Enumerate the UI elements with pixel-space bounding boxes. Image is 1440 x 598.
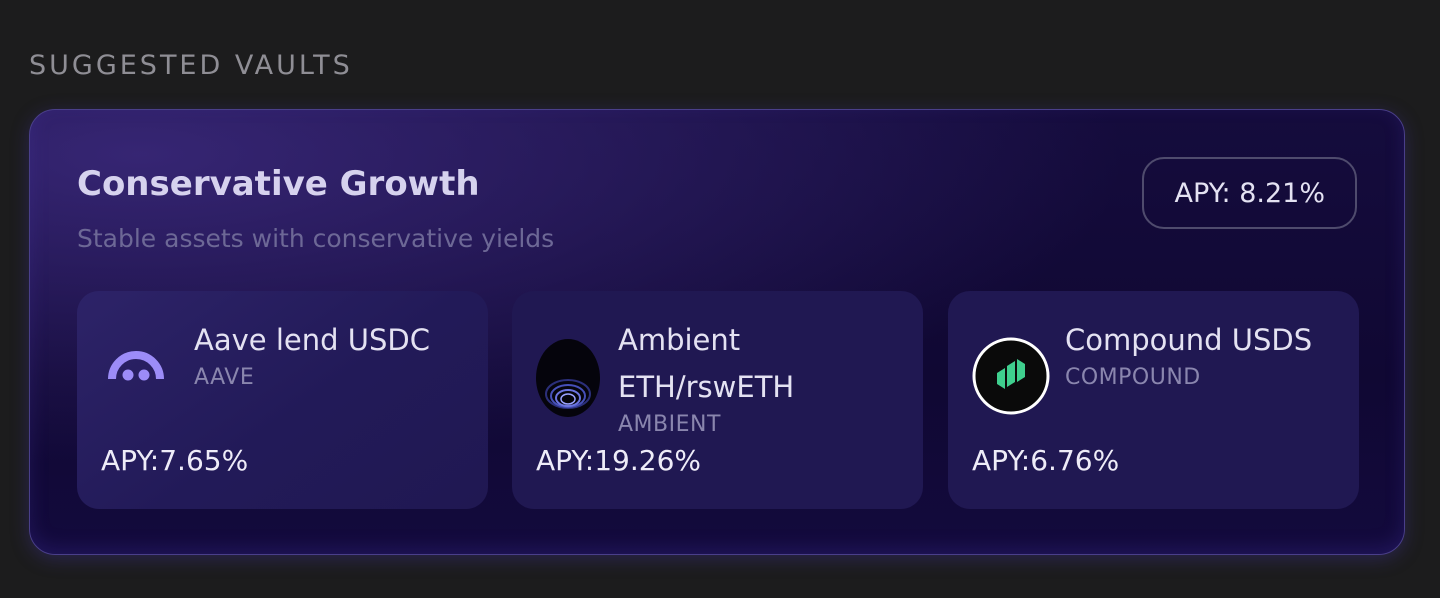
ambient-logo-icon (535, 338, 601, 418)
strategy-protocol: COMPOUND (1065, 365, 1201, 390)
strategy-apy: APY:6.76% (972, 444, 1120, 477)
strategy-name: Ambient ETH/rswETH AMBIENT (618, 317, 898, 439)
strategy-name: Aave lend USDC AAVE (194, 317, 474, 392)
strategy-apy: APY:7.65% (101, 444, 249, 477)
strategy-apy: APY:19.26% (536, 444, 702, 477)
strategy-name-text: Aave lend USDC (194, 323, 430, 357)
strategy-card-ambient[interactable]: Ambient ETH/rswETH AMBIENT APY:19.26% (512, 291, 923, 509)
compound-logo-icon (972, 337, 1050, 415)
strategy-name-text: Ambient ETH/rswETH (618, 323, 795, 404)
strategy-card-aave[interactable]: Aave lend USDC AAVE APY:7.65% (77, 291, 488, 509)
vault-apy-label: APY: 8.21% (1174, 177, 1325, 209)
strategy-card-compound[interactable]: Compound USDS COMPOUND APY:6.76% (948, 291, 1359, 509)
strategy-protocol: AMBIENT (618, 412, 721, 437)
vault-title: Conservative Growth (77, 164, 480, 204)
strategy-protocol: AAVE (194, 365, 255, 390)
section-heading: SUGGESTED VAULTS (29, 50, 353, 81)
aave-logo-icon (101, 337, 179, 415)
strategy-name: Compound USDS COMPOUND (1065, 317, 1345, 392)
vault-card-conservative-growth[interactable]: Conservative Growth Stable assets with c… (29, 109, 1405, 555)
vault-apy-badge: APY: 8.21% (1142, 157, 1357, 229)
vault-subtitle: Stable assets with conservative yields (77, 224, 555, 253)
strategy-name-text: Compound USDS (1065, 323, 1313, 357)
